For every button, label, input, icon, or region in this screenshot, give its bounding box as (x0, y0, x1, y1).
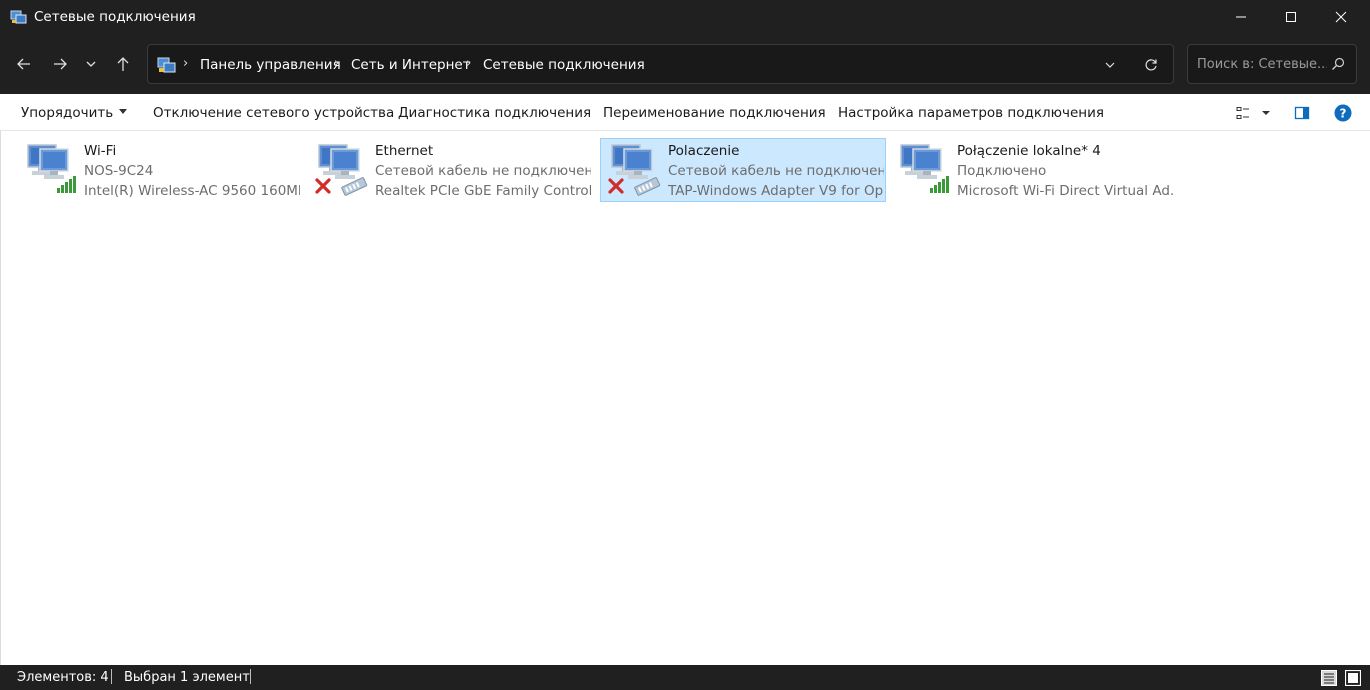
organize-label: Упорядочить (21, 105, 114, 121)
connection-device: Realtek PCIe GbE Family Controller (375, 183, 591, 199)
back-button[interactable] (11, 50, 37, 78)
view-options-dropdown[interactable] (1255, 102, 1277, 124)
breadcrumb-separator: › (334, 56, 340, 71)
connection-name: Polaczenie (668, 143, 740, 159)
breadcrumb-separator: › (466, 56, 472, 71)
network-folder-icon (10, 10, 27, 24)
caret-down-icon (1262, 111, 1270, 115)
connection-name: Połączenie lokalne* 4 (957, 143, 1101, 159)
status-divider (111, 669, 112, 684)
command-bar: Упорядочить Отключение сетевого устройст… (0, 94, 1370, 131)
help-icon: ? (1334, 104, 1352, 122)
maximize-button[interactable] (1266, 0, 1316, 34)
arrow-left-icon (17, 58, 30, 70)
connection-name: Wi-Fi (84, 143, 117, 159)
svg-text:?: ? (1340, 107, 1347, 121)
connection-item-polaczenie[interactable]: Polaczenie Сетевой кабель не подключен T… (600, 138, 886, 202)
details-view-icon (1321, 669, 1337, 686)
item-count: Элементов: 4 (17, 670, 109, 685)
chevron-down-icon (1105, 62, 1115, 68)
refresh-button[interactable] (1138, 53, 1164, 77)
breadcrumb-network-internet[interactable]: Сеть и Интернет (351, 57, 471, 73)
window-title: Сетевые подключения (34, 9, 196, 25)
search-box[interactable] (1187, 44, 1357, 84)
details-view-button[interactable] (1319, 668, 1339, 687)
breadcrumb-separator: › (183, 56, 189, 71)
rename-connection-button[interactable]: Переименование подключения (603, 105, 826, 121)
navigation-bar: › Панель управления › Сеть и Интернет › … (0, 34, 1370, 94)
large-icons-view-icon (1345, 669, 1361, 686)
breadcrumb-control-panel[interactable]: Панель управления (200, 57, 341, 73)
search-input[interactable] (1197, 54, 1327, 74)
wifi-adapter-icon (900, 144, 949, 193)
ethernet-adapter-disconnected-icon (315, 144, 368, 196)
view-options-icon (1236, 107, 1249, 119)
network-connections-window: Сетевые подключения › Панель управления … (0, 0, 1370, 690)
disable-device-button[interactable]: Отключение сетевого устройства (153, 105, 394, 121)
recent-locations-button[interactable] (78, 50, 104, 78)
preview-pane-button[interactable] (1291, 102, 1313, 124)
breadcrumb-network-connections[interactable]: Сетевые подключения (483, 57, 645, 73)
arrow-up-icon (117, 57, 129, 71)
connections-list: Wi-Fi NOS-9C24 Intel(R) Wireless-AC 9560… (0, 131, 1370, 665)
close-icon (1335, 11, 1347, 23)
minimize-icon (1236, 16, 1246, 18)
connection-name: Ethernet (375, 143, 434, 159)
selection-count: Выбран 1 элемент (124, 670, 250, 685)
connection-status: Сетевой кабель не подключен (668, 163, 884, 179)
chevron-down-icon (86, 61, 96, 67)
forward-button[interactable] (47, 50, 73, 78)
change-view-button[interactable] (1232, 102, 1254, 124)
up-button[interactable] (110, 50, 136, 78)
connection-device: Microsoft Wi-Fi Direct Virtual Ad... (957, 183, 1173, 199)
connection-status: Подключено (957, 163, 1047, 179)
network-folder-icon (157, 57, 176, 73)
refresh-icon (1145, 59, 1157, 71)
diagnose-connection-button[interactable]: Диагностика подключения (398, 105, 591, 121)
large-icons-view-button[interactable] (1343, 668, 1363, 687)
address-bar[interactable]: › Панель управления › Сеть и Интернет › … (147, 44, 1174, 84)
connection-device: TAP-Windows Adapter V9 for Op... (668, 183, 884, 199)
minimize-button[interactable] (1216, 0, 1266, 34)
help-button[interactable]: ? (1332, 102, 1354, 124)
title-bar[interactable]: Сетевые подключения (0, 0, 1370, 34)
connection-settings-button[interactable]: Настройка параметров подключения (838, 105, 1104, 121)
organize-menu[interactable]: Упорядочить (21, 105, 128, 121)
connection-item-wifi[interactable]: Wi-Fi NOS-9C24 Intel(R) Wireless-AC 9560… (16, 138, 302, 202)
ethernet-adapter-disconnected-icon (608, 144, 661, 196)
connection-device: Intel(R) Wireless-AC 9560 160MHz (84, 183, 300, 199)
status-divider (250, 669, 251, 684)
connection-item-ethernet[interactable]: Ethernet Сетевой кабель не подключен Rea… (307, 138, 593, 202)
connection-status: NOS-9C24 (84, 163, 154, 179)
preview-pane-icon (1294, 106, 1310, 120)
arrow-right-icon (54, 58, 67, 70)
status-bar: Элементов: 4 Выбран 1 элемент (0, 665, 1370, 690)
search-icon (1332, 57, 1345, 70)
wifi-adapter-icon (27, 144, 76, 193)
maximize-icon (1286, 12, 1296, 22)
connection-item-local-4[interactable]: Połączenie lokalne* 4 Подключено Microso… (889, 138, 1175, 202)
address-history-button[interactable] (1098, 55, 1122, 75)
connection-status: Сетевой кабель не подключен (375, 163, 591, 179)
dropdown-caret-icon (119, 108, 128, 114)
close-button[interactable] (1316, 0, 1366, 34)
